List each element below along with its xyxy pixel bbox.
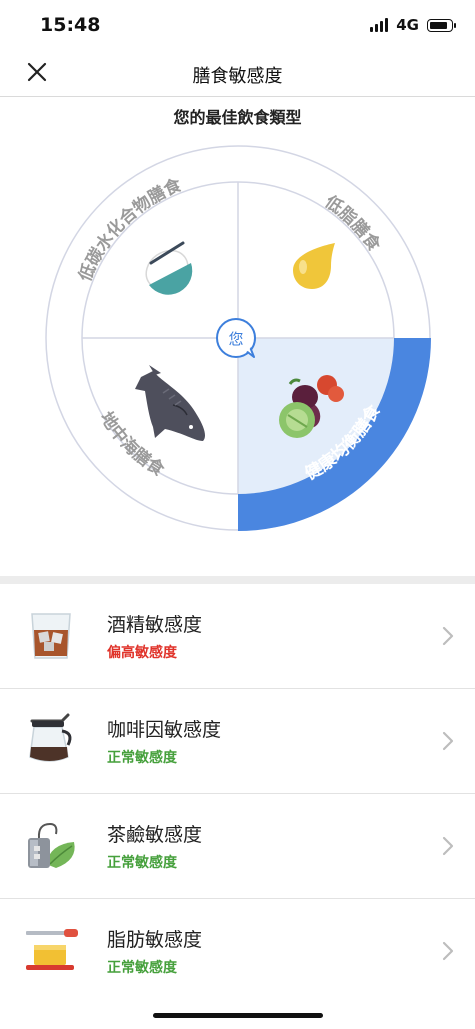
battery-icon — [427, 18, 456, 32]
sensitivity-status: 偏高敏感度 — [107, 645, 177, 661]
you-badge: 您 — [214, 317, 258, 361]
list-item-caffeine[interactable]: 咖啡因敏感度 正常敏感度 — [0, 689, 475, 794]
sensitivity-status: 正常敏感度 — [107, 750, 177, 766]
coffee-pot-icon — [29, 713, 72, 762]
section-divider — [0, 576, 475, 584]
chevron-right-icon — [442, 941, 454, 961]
chevron-right-icon — [442, 731, 454, 751]
diet-type-heading: 您的最佳飲食類型 — [173, 108, 302, 127]
status-indicators: 4G — [370, 16, 456, 34]
status-bar: 15:48 4G — [0, 0, 475, 50]
status-time: 15:48 — [40, 14, 101, 36]
sensitivity-status: 正常敏感度 — [107, 855, 177, 871]
list-item-theophylline[interactable]: 茶鹼敏感度 正常敏感度 — [0, 794, 475, 899]
butter-icon — [26, 929, 78, 970]
sensitivity-list: 酒精敏感度 偏高敏感度 咖啡因敏感度 正常敏感度 茶鹼敏感度 正常敏感度 脂肪敏… — [0, 584, 475, 1003]
page-title: 膳食敏感度 — [192, 66, 283, 87]
chevron-right-icon — [442, 836, 454, 856]
network-type: 4G — [396, 16, 419, 34]
list-item-alcohol[interactable]: 酒精敏感度 偏高敏感度 — [0, 584, 475, 689]
sensitivity-title: 咖啡因敏感度 — [107, 719, 222, 741]
tea-icon — [28, 822, 75, 868]
nav-bar: 膳食敏感度 — [0, 50, 475, 97]
sensitivity-title: 酒精敏感度 — [107, 614, 203, 636]
chevron-right-icon — [442, 626, 454, 646]
signal-icon — [370, 18, 389, 32]
quadrant-balanced[interactable]: 健康均衡膳食 — [237, 338, 431, 531]
whiskey-glass-icon — [31, 613, 71, 659]
sensitivity-title: 脂肪敏感度 — [107, 929, 203, 951]
sensitivity-status: 正常敏感度 — [107, 960, 177, 976]
you-label: 您 — [228, 330, 243, 348]
list-item-fat[interactable]: 脂肪敏感度 正常敏感度 — [0, 899, 475, 1003]
sensitivity-title: 茶鹼敏感度 — [107, 824, 203, 846]
home-indicator[interactable] — [153, 1013, 323, 1018]
